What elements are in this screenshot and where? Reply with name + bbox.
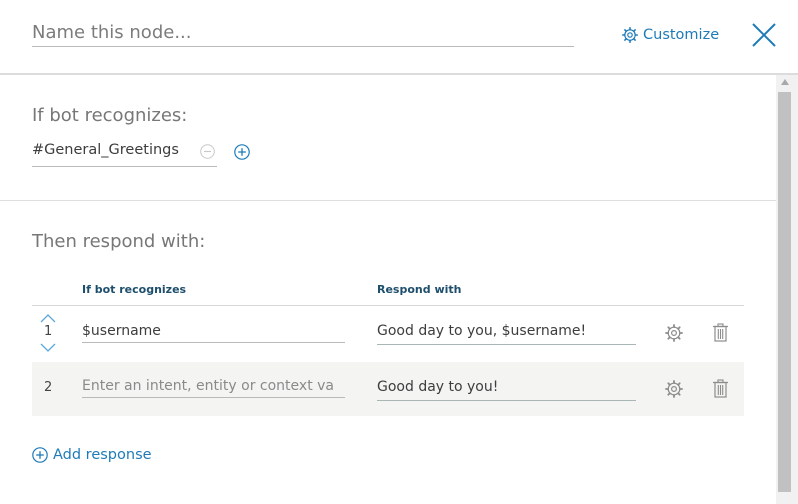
trash-icon[interactable] [712, 323, 729, 342]
section-divider [0, 200, 776, 201]
response-underline [377, 344, 636, 345]
response-condition-input[interactable] [82, 320, 345, 343]
responses-title: Then respond with: [32, 231, 206, 252]
customize-button[interactable]: Customize [622, 25, 719, 45]
condition-underline [32, 166, 217, 167]
close-icon[interactable] [751, 22, 777, 48]
add-condition-icon[interactable] [234, 144, 250, 160]
scrollbar-thumb[interactable] [778, 92, 791, 492]
node-name-input[interactable] [32, 18, 574, 47]
add-response-label: Add response [53, 447, 152, 463]
scroll-up-arrow-icon[interactable] [781, 79, 789, 85]
gear-icon [622, 27, 638, 43]
customize-label: Customize [643, 27, 720, 43]
response-condition-input[interactable] [82, 375, 345, 398]
table-header-divider [32, 305, 744, 306]
add-response-button[interactable]: Add response [32, 447, 152, 463]
move-up-icon[interactable] [40, 314, 56, 323]
response-text[interactable]: Good day to you! [377, 379, 498, 395]
column-header-condition: If bot recognizes [82, 283, 187, 296]
condition-value[interactable]: #General_Greetings [32, 142, 179, 158]
gear-icon[interactable] [665, 324, 683, 342]
plus-circle-icon [32, 447, 48, 463]
conditions-title: If bot recognizes: [32, 105, 188, 126]
response-text[interactable]: Good day to you, $username! [377, 323, 586, 339]
gear-icon[interactable] [665, 380, 683, 398]
move-down-icon[interactable] [40, 343, 56, 352]
row-index: 1 [44, 324, 53, 339]
remove-condition-icon[interactable] [200, 144, 215, 159]
response-underline [377, 400, 636, 401]
trash-icon[interactable] [712, 379, 729, 398]
column-header-response: Respond with [377, 283, 462, 296]
row-index: 2 [44, 380, 53, 395]
